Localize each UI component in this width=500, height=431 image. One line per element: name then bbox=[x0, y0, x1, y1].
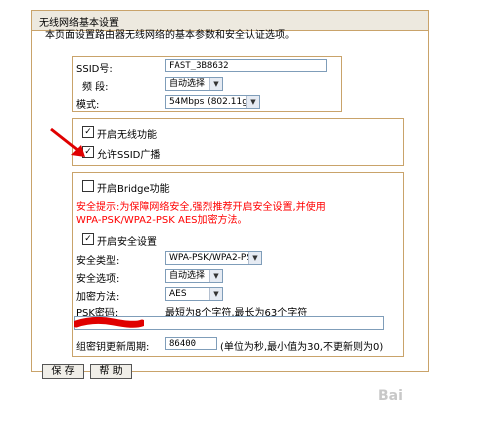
redaction-scribble-icon bbox=[74, 316, 144, 328]
security-option-label: 安全选项: bbox=[76, 274, 120, 285]
enable-security-label: 开启安全设置 bbox=[97, 237, 157, 248]
group-key-renew-input[interactable]: 86400 bbox=[165, 337, 217, 350]
bridge-checkbox[interactable] bbox=[82, 180, 94, 192]
security-type-select[interactable]: WPA-PSK/WPA2-PSK ▼ bbox=[165, 251, 262, 265]
encryption-select[interactable]: AES ▼ bbox=[165, 287, 223, 301]
band-select-value: 自动选择 bbox=[169, 79, 206, 89]
enable-security-checkbox[interactable]: ✓ bbox=[82, 233, 94, 245]
watermark: Bai bbox=[378, 388, 403, 404]
bridge-label: 开启Bridge功能 bbox=[97, 184, 170, 195]
security-tip-line-2: WPA-PSK/WPA2-PSK AES加密方法。 bbox=[76, 215, 248, 226]
security-option-select[interactable]: 自动选择 ▼ bbox=[165, 269, 223, 283]
security-option-value: 自动选择 bbox=[169, 271, 206, 281]
encryption-label: 加密方法: bbox=[76, 292, 120, 303]
ssid-broadcast-label: 允许SSID广播 bbox=[97, 150, 161, 161]
save-button[interactable]: 保 存 bbox=[42, 364, 84, 379]
band-label: 频 段: bbox=[82, 82, 109, 93]
annotation-arrow-icon bbox=[50, 127, 85, 157]
band-select[interactable]: 自动选择 ▼ bbox=[165, 77, 223, 91]
chevron-down-icon: ▼ bbox=[209, 78, 222, 90]
ssid-input[interactable]: FAST_3B8632 bbox=[165, 59, 327, 72]
chevron-down-icon: ▼ bbox=[209, 288, 222, 300]
chevron-down-icon: ▼ bbox=[209, 270, 222, 282]
mode-select[interactable]: 54Mbps (802.11g) ▼ bbox=[165, 95, 260, 109]
chevron-down-icon: ▼ bbox=[248, 252, 261, 264]
mode-label: 模式: bbox=[76, 100, 100, 111]
enable-wireless-label: 开启无线功能 bbox=[97, 130, 157, 141]
encryption-value: AES bbox=[169, 289, 187, 299]
page-intro: 本页面设置路由器无线网络的基本参数和安全认证选项。 bbox=[45, 30, 295, 41]
security-type-label: 安全类型: bbox=[76, 256, 120, 267]
group-key-renew-label: 组密钥更新周期: bbox=[76, 342, 150, 353]
security-type-value: WPA-PSK/WPA2-PSK bbox=[169, 253, 258, 263]
group-key-renew-hint: (单位为秒,最小值为30,不更新则为0) bbox=[220, 342, 384, 353]
help-button[interactable]: 帮 助 bbox=[90, 364, 132, 379]
mode-select-value: 54Mbps (802.11g) bbox=[169, 97, 252, 107]
chevron-down-icon: ▼ bbox=[246, 96, 259, 108]
ssid-label: SSID号: bbox=[76, 64, 113, 75]
